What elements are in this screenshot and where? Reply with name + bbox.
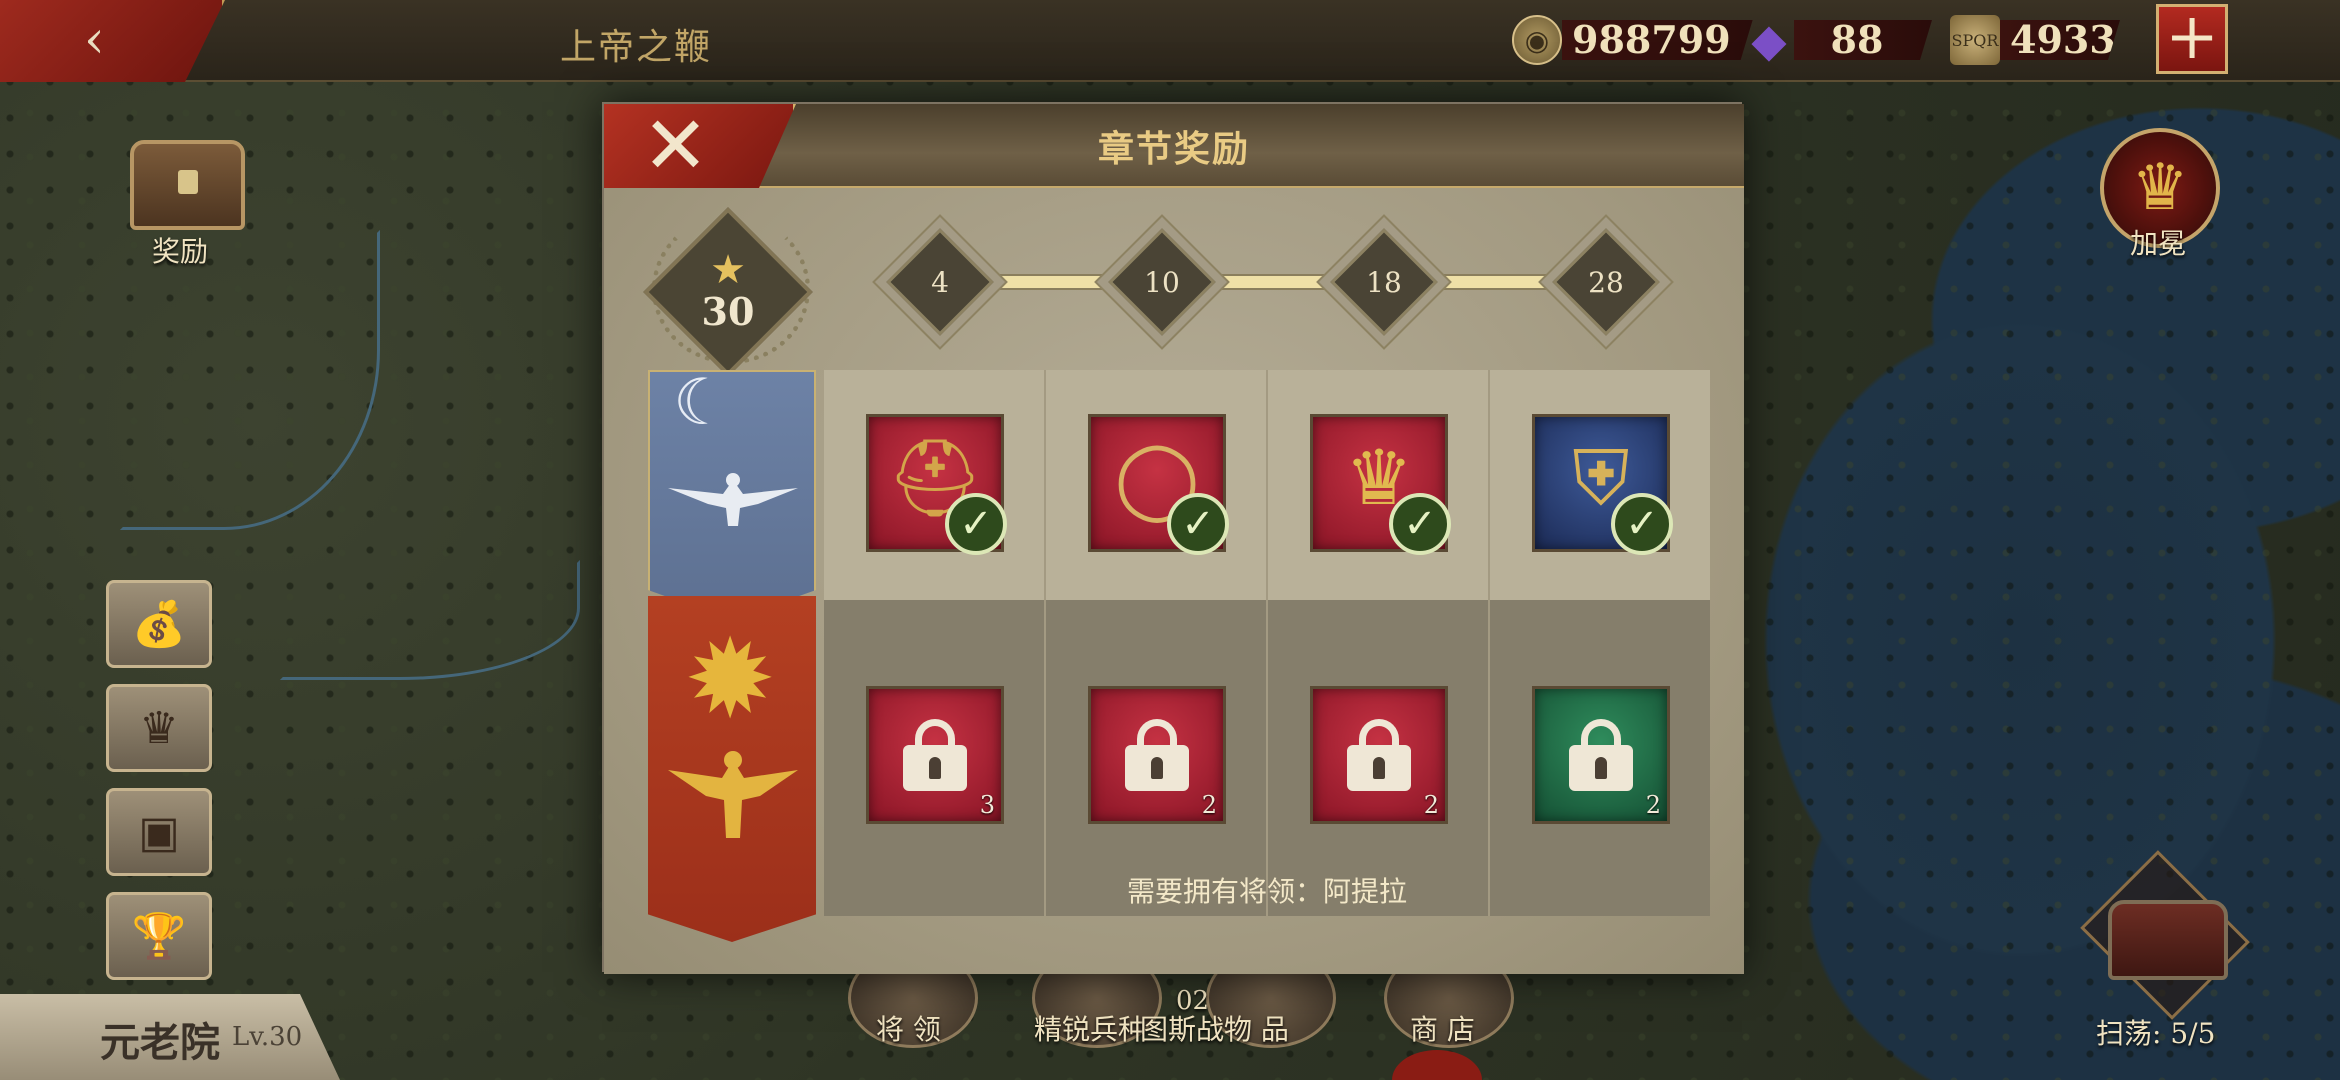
sun-icon: ✹ [684,615,777,743]
tab-elite-label: 精锐兵种 [1034,1013,1147,1046]
chest-icon: ▣ [138,806,180,858]
close-icon: ✕ [642,99,710,192]
claimed-check-icon: ✓ [945,493,1007,555]
spqr-value: 4933 [2000,20,2120,60]
laurel-crown-icon: ♛ [139,702,179,754]
item-quantity: 2 [1423,791,1439,819]
reward-armor-locked[interactable]: 2 [1532,686,1670,824]
gem-counter[interactable]: ◆ 88 [1744,12,1932,68]
rewards-label: 奖励 [152,235,209,268]
lock-icon [1347,719,1411,791]
column-divider [1266,370,1268,916]
lock-icon [903,719,967,791]
progress-track [956,274,1640,290]
trophy-button[interactable]: 🏆 [106,892,212,980]
tab-generals-label: 将 领 [876,1013,941,1046]
milestone-label: 18 [1366,265,1402,299]
money-bag-icon: 💰 [131,599,187,650]
reward-shield[interactable]: ⛨ ✓ [1532,414,1673,555]
star-icon: ★ [710,247,746,293]
spqr-counter[interactable]: SPQR 4933 [1950,12,2120,68]
claimed-check-icon: ✓ [1611,493,1673,555]
top-bar: ‹ 上帝之鞭 ◉ 988799 ◆ 88 SPQR 4933 + [0,0,2340,82]
close-button[interactable]: ✕ [604,104,796,188]
reward-crown[interactable]: ♛ ✓ [1310,414,1451,555]
claimed-check-icon: ✓ [1167,493,1229,555]
reward-helmet[interactable]: ⛑ ✓ [866,414,1007,555]
gem-icon: ◆ [1751,13,1787,67]
sweep-label: 扫荡: 5/5 [2096,1017,2216,1050]
coin-value: 988799 [1562,20,1753,60]
dialog-header: 章节奖励 ✕ [604,104,1744,188]
reward-crown-locked[interactable]: 2 [1310,686,1448,824]
item-quantity: 3 [979,791,995,819]
reward-grid: ⛑ ✓ ◯ ✓ ♛ ✓ ⛨ ✓ 3 2 2 2 需要拥有将领：阿提拉 [824,370,1710,916]
reward-ring-locked[interactable]: 2 [1088,686,1226,824]
senate-level: Lv.30 [232,1022,303,1052]
chest-button[interactable]: ▣ [106,788,212,876]
rewards-chest-icon[interactable] [130,140,245,230]
milestone-label: 10 [1144,265,1180,299]
star-total: 30 [701,289,755,334]
claimed-check-icon: ✓ [1389,493,1451,555]
silver-eagle-icon [668,473,798,526]
tab-shop-label: 商 店 [1410,1013,1475,1046]
dialog-body: ★ 30 4 10 18 28 ☾ ✹ ⛑ ✓ ◯ ✓ ♛ ✓ ⛨ ✓ 3 2 … [604,188,1744,974]
laurel-crown-button[interactable]: ♛ [106,684,212,772]
star-badge-content: ★ 30 [668,232,788,352]
senate-panel[interactable]: 元老院 Lv.30 [0,994,340,1080]
money-bag-button[interactable]: 💰 [106,580,212,668]
tab-spoils-label: 图斯战物 品 [1140,1013,1289,1046]
requirement-text: 需要拥有将领：阿提拉 [1126,875,1407,908]
spqr-icon: SPQR [1950,15,2000,65]
back-button[interactable]: ‹ [0,0,225,82]
coronation-label: 加冕 [2130,227,2187,260]
chapter-rewards-dialog: 章节奖励 ✕ ★ 30 4 10 18 28 ☾ ✹ ⛑ ✓ ◯ ✓ ♛ ✓ ⛨… [602,102,1744,974]
lock-icon [1569,719,1633,791]
column-divider [1044,370,1046,916]
sweep-chest-icon[interactable] [2108,900,2228,980]
back-arrow-icon: ‹ [84,10,105,70]
milestone-label: 4 [931,265,949,299]
add-resource-button[interactable]: + [2156,4,2228,74]
column-divider [1488,370,1490,916]
senate-name: 元老院 [100,1019,220,1066]
trophy-icon: 🏆 [131,911,187,962]
river [280,560,580,680]
reward-ring[interactable]: ◯ ✓ [1088,414,1229,555]
reward-helmet-locked[interactable]: 3 [866,686,1004,824]
crown-icon: ♛ [2131,151,2189,225]
coin-counter[interactable]: ◉ 988799 [1512,12,1753,68]
chapter-title: 上帝之鞭 [560,27,713,68]
item-quantity: 2 [1645,791,1661,819]
milestone-label: 28 [1588,265,1624,299]
river [120,230,380,530]
lock-icon [1125,719,1189,791]
gem-value: 88 [1794,20,1932,60]
gold-eagle-icon [668,751,798,838]
coin-icon: ◉ [1512,15,1562,65]
crescent-moon-icon: ☾ [673,366,731,440]
item-quantity: 2 [1201,791,1217,819]
